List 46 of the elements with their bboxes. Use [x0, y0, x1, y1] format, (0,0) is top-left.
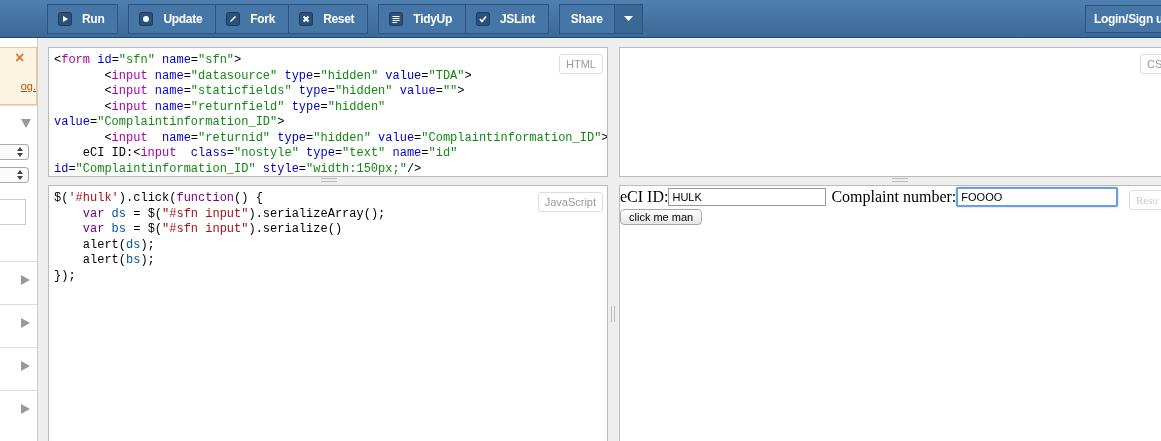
click-button[interactable]: click me man	[620, 209, 703, 225]
play-icon	[58, 11, 72, 26]
code-line: <input name="returnid" type="hidden" value="Complaintinformation_ID">	[103, 130, 607, 146]
code-line: var bs = $("#sfn input").serialize()	[81, 222, 343, 238]
code-line: $('#hulk').click(function() {	[54, 191, 263, 207]
resize-handle	[321, 178, 337, 182]
code-line: var ds = $("#sfn input").serializeArray();	[81, 206, 386, 222]
code-line: value="Complaintinformation_ID">	[54, 115, 285, 131]
field-label: Complaint number:	[831, 188, 957, 206]
code-line: id="Complaintinformation_ID" style="width:150px;"/>	[54, 161, 422, 176]
field-label: eCI ID:	[620, 188, 669, 206]
code-line: });	[54, 268, 76, 284]
toolbar-button[interactable]: Update	[129, 4, 216, 33]
check-icon	[475, 11, 490, 26]
toolbar-button[interactable]: JSLint	[464, 4, 548, 33]
code-line: <form id="sfn" name="sfn">	[54, 53, 242, 69]
code-line: <input name="datasource" type="hidden" value="TDA">	[103, 68, 472, 84]
select-box[interactable]	[0, 167, 29, 183]
resize-handle	[892, 178, 908, 182]
code-line: eCI ID:<input class="nostyle" type="text" name="id"	[81, 146, 458, 162]
close-icon	[299, 11, 314, 26]
close-button[interactable]: ×	[15, 49, 25, 67]
code-line: <input name="staticfields" type="hidden" value="">	[103, 84, 465, 100]
toolbar-button[interactable]: Fork	[215, 4, 289, 33]
toolbar-button[interactable]: TidyUp	[379, 4, 465, 33]
lines-icon	[389, 11, 404, 26]
code-line: alert(ds);	[81, 237, 155, 253]
updown-arrows-icon	[17, 147, 23, 157]
select-box[interactable]	[0, 144, 29, 160]
panel-label: JavaScript	[537, 192, 603, 212]
input-field[interactable]	[0, 199, 26, 225]
caret-icon	[623, 16, 633, 21]
notice-link[interactable]: og.	[20, 80, 36, 92]
input-field[interactable]: FOOOO	[956, 187, 1119, 207]
toolbar-button[interactable]: Reset	[288, 4, 368, 33]
panel-label: HTML	[559, 54, 603, 74]
resize-handle	[611, 306, 615, 322]
toolbar-button[interactable]: Run	[48, 4, 118, 33]
code-line: <input name="returnfield" type="hidden"	[103, 99, 386, 115]
updown-arrows-icon	[17, 170, 23, 180]
pencil-icon	[226, 11, 241, 26]
code-line: alert(bs);	[81, 253, 155, 269]
toolbar-button[interactable]: Share	[559, 4, 614, 33]
input-field[interactable]: HULK	[668, 188, 827, 206]
dropdown-button[interactable]	[613, 4, 642, 33]
panel-label: CS	[1140, 54, 1161, 74]
